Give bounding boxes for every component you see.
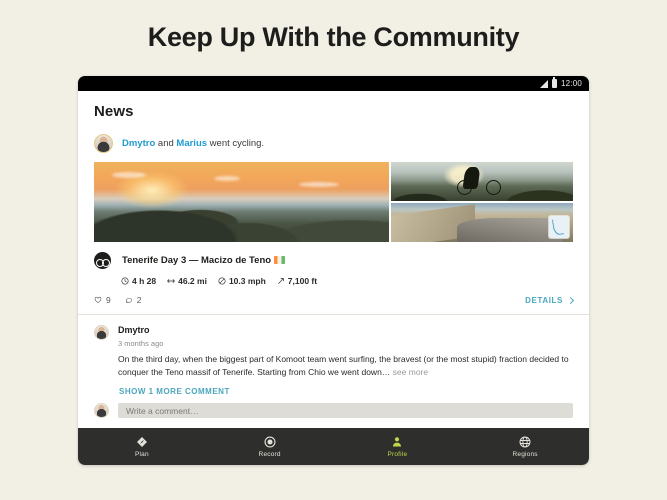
commenter-avatar[interactable] [94, 325, 109, 341]
status-bar: 12:00 [78, 76, 589, 91]
stat-speed-value: 10.3 mph [228, 276, 266, 287]
cyclist-silhouette-photo[interactable] [391, 162, 573, 202]
globe-icon [519, 436, 531, 447]
heart-icon [94, 297, 102, 304]
cloud-shape [112, 172, 146, 178]
cloud-shape [214, 176, 240, 181]
compass-diamond-icon [136, 436, 147, 447]
sunset-mountain-ridge-photo[interactable] [94, 162, 389, 243]
comment-input[interactable]: Write a comment… [118, 403, 573, 418]
comment-text-body: On the third day, when the biggest part … [118, 354, 569, 377]
page-title: News [94, 103, 134, 120]
activity-description: Dmytro and Marius went cycling. [122, 138, 264, 149]
bicycle-badge-icon [94, 252, 111, 270]
nav-item-regions[interactable]: Regions [461, 436, 589, 458]
mountain-road-photo[interactable] [391, 203, 573, 243]
see-more-link[interactable]: see more [390, 367, 428, 377]
status-bar-clock: 12:00 [560, 78, 582, 88]
like-count: 9 [106, 295, 111, 306]
comment-count: 2 [136, 295, 142, 306]
stat-duration-value: 4 h 28 [132, 276, 157, 287]
activity-user-one[interactable]: Dmytro [122, 138, 155, 149]
nav-label-record: Record [258, 450, 281, 458]
details-label: DETAILS [525, 295, 563, 305]
current-user-avatar[interactable] [94, 403, 109, 418]
nav-item-record[interactable]: Record [206, 435, 334, 458]
show-more-comments-button[interactable]: SHOW 1 MORE COMMENT [78, 378, 589, 396]
route-map-thumbnail[interactable] [549, 216, 569, 239]
comment-body: Dmytro 3 months ago On the third day, wh… [118, 325, 573, 378]
wheel-shape [456, 180, 472, 196]
comment-timestamp: 3 months ago [118, 339, 164, 349]
road-shape [456, 218, 563, 243]
engagement-row: 9 2 DETAILS [78, 286, 589, 316]
nav-label-plan: Plan [134, 450, 149, 458]
stat-elevation: 7,100 ft [277, 276, 317, 286]
stat-duration: 4 h 28 [121, 276, 156, 286]
activity-connector: and [155, 138, 177, 149]
tour-title-text: Tenerife Day 3 — Macizo de Teno [122, 255, 272, 267]
clock-icon [121, 277, 129, 285]
battery-icon [551, 77, 557, 88]
nav-item-plan[interactable]: Plan [78, 436, 206, 458]
stat-distance: 46.2 mi [167, 276, 207, 286]
details-button[interactable]: DETAILS [525, 295, 575, 305]
comment-button[interactable]: 2 [125, 295, 142, 306]
tour-stats: 4 h 28 46.2 mi 10.3 mph 7,100 ft [78, 269, 589, 286]
activity-user-two[interactable]: Marius [176, 138, 207, 149]
distance-icon [167, 279, 175, 284]
photo-collage [94, 162, 573, 243]
flag-icon [274, 256, 286, 265]
activity-header: Dmytro and Marius went cycling. [78, 120, 589, 162]
nav-label-regions: Regions [512, 450, 538, 458]
wheel-shape [485, 180, 501, 196]
elevation-icon [277, 278, 284, 285]
comment-item: Dmytro 3 months ago On the third day, wh… [78, 315, 589, 378]
page-headline: Keep Up With the Community [147, 22, 520, 52]
person-icon [393, 436, 402, 446]
nav-label-profile: Profile [387, 450, 408, 458]
chevron-right-icon [566, 296, 575, 304]
photo-column [391, 162, 573, 243]
record-circle-icon [264, 435, 276, 448]
speed-icon [218, 277, 226, 285]
stat-elevation-value: 7,100 ft [287, 276, 318, 287]
cloud-shape [299, 182, 339, 187]
comment-text: On the third day, when the biggest part … [118, 353, 573, 378]
tour-title: Tenerife Day 3 — Macizo de Teno [122, 255, 286, 267]
tour-title-row[interactable]: Tenerife Day 3 — Macizo de Teno [78, 242, 589, 270]
app-screen: News Dmytro and Marius went cycling. Ten… [78, 91, 589, 428]
comment-author[interactable]: Dmytro [118, 325, 573, 335]
comment-bubble-icon [125, 298, 132, 304]
bottom-navigation-bar: Plan Record Profile Regions [78, 428, 589, 465]
nav-item-profile[interactable]: Profile [334, 436, 462, 458]
user-avatar[interactable] [94, 134, 113, 153]
activity-suffix: went cycling. [207, 138, 265, 149]
ridge-shape [391, 187, 573, 202]
stat-speed: 10.3 mph [218, 276, 266, 286]
comment-compose-row: Write a comment… [78, 396, 589, 428]
tablet-device-frame: 12:00 News Dmytro and Marius went cyclin… [78, 76, 589, 465]
stat-distance-value: 46.2 mi [178, 276, 207, 287]
signal-triangle-icon [539, 79, 548, 88]
like-button[interactable]: 9 [94, 295, 111, 305]
